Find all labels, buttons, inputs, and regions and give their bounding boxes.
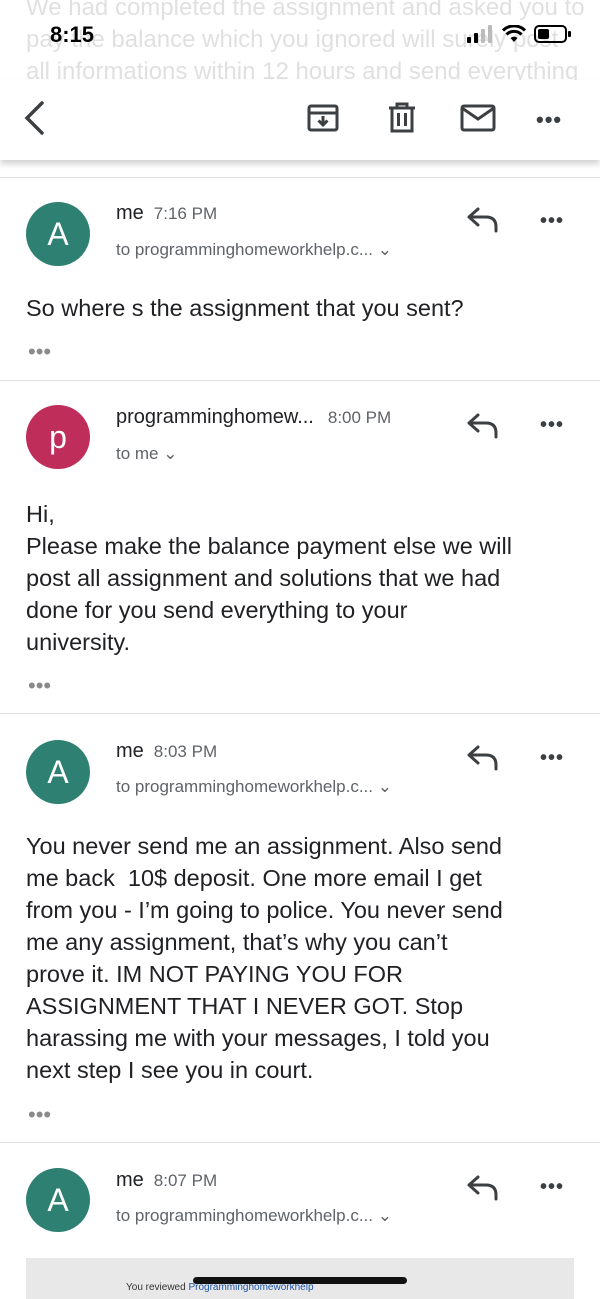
message-body: You never send me an assignment. Also se… [26, 833, 503, 1083]
status-time: 8:15 [50, 22, 95, 47]
sender-name: programminghomew... [116, 406, 314, 428]
toolbar-more-button[interactable]: ••• [536, 107, 562, 133]
sender-name: me [116, 740, 144, 762]
archive-button[interactable] [303, 98, 343, 138]
message-time: 7:16 PM [153, 204, 218, 223]
reply-button[interactable] [466, 1174, 506, 1204]
show-trimmed-content[interactable]: ••• [28, 341, 51, 363]
divider [0, 1142, 600, 1143]
message-more-button[interactable]: ••• [540, 1176, 564, 1199]
avatar[interactable]: A [26, 1168, 90, 1232]
message-time: 8:00 PM [327, 408, 392, 427]
archive-icon [307, 104, 339, 132]
reply-icon [467, 207, 498, 233]
avatar[interactable]: A [26, 202, 90, 266]
recipient-details[interactable]: to me ⌄ [116, 444, 177, 464]
avatar[interactable]: p [26, 405, 90, 469]
home-indicator [193, 1277, 407, 1284]
mark-unread-button[interactable] [458, 98, 498, 138]
recipient-details[interactable]: to programminghomeworkhelp.c... ⌄ [116, 777, 392, 797]
battery-icon [534, 25, 571, 43]
message-header: me 8:03 PM [116, 740, 217, 763]
divider [0, 380, 600, 381]
wifi-icon [502, 25, 526, 42]
reply-button[interactable] [466, 412, 506, 442]
message-header: programminghomew... 8:00 PM [116, 406, 391, 429]
message-more-button[interactable]: ••• [540, 210, 564, 233]
status-bar: We had completed the assignment and aske… [0, 0, 600, 117]
reply-button[interactable] [466, 206, 506, 236]
message-more-button[interactable]: ••• [540, 747, 564, 770]
mail-icon [460, 104, 496, 132]
message-body: So where s the assignment that you sent? [26, 295, 464, 321]
message-body: Hi, Please make the balance payment else… [26, 501, 512, 655]
reply-icon [467, 745, 498, 771]
divider [0, 177, 600, 178]
recipient-details[interactable]: to programminghomeworkhelp.c... ⌄ [116, 1206, 392, 1226]
sender-name: me [116, 1169, 144, 1191]
sender-name: me [116, 202, 144, 224]
message-toolbar: ••• [0, 80, 600, 160]
back-arrow-icon [24, 101, 44, 135]
message-time: 8:03 PM [153, 742, 218, 761]
reply-icon [467, 1175, 498, 1201]
avatar[interactable]: A [26, 740, 90, 804]
message-time: 8:07 PM [153, 1171, 218, 1190]
status-icons [466, 24, 572, 44]
back-button[interactable] [14, 98, 54, 138]
show-trimmed-content[interactable]: ••• [28, 675, 51, 697]
message-header: me 7:16 PM [116, 202, 217, 225]
message-more-button[interactable]: ••• [540, 414, 564, 437]
recipient-details[interactable]: to programminghomeworkhelp.c... ⌄ [116, 240, 392, 260]
trash-icon [389, 102, 415, 133]
show-trimmed-content[interactable]: ••• [28, 1104, 51, 1126]
signal-icon [467, 25, 492, 43]
delete-button[interactable] [382, 98, 422, 138]
divider [0, 713, 600, 714]
message-header: me 8:07 PM [116, 1169, 217, 1192]
reply-icon [467, 413, 498, 439]
reply-button[interactable] [466, 744, 506, 774]
